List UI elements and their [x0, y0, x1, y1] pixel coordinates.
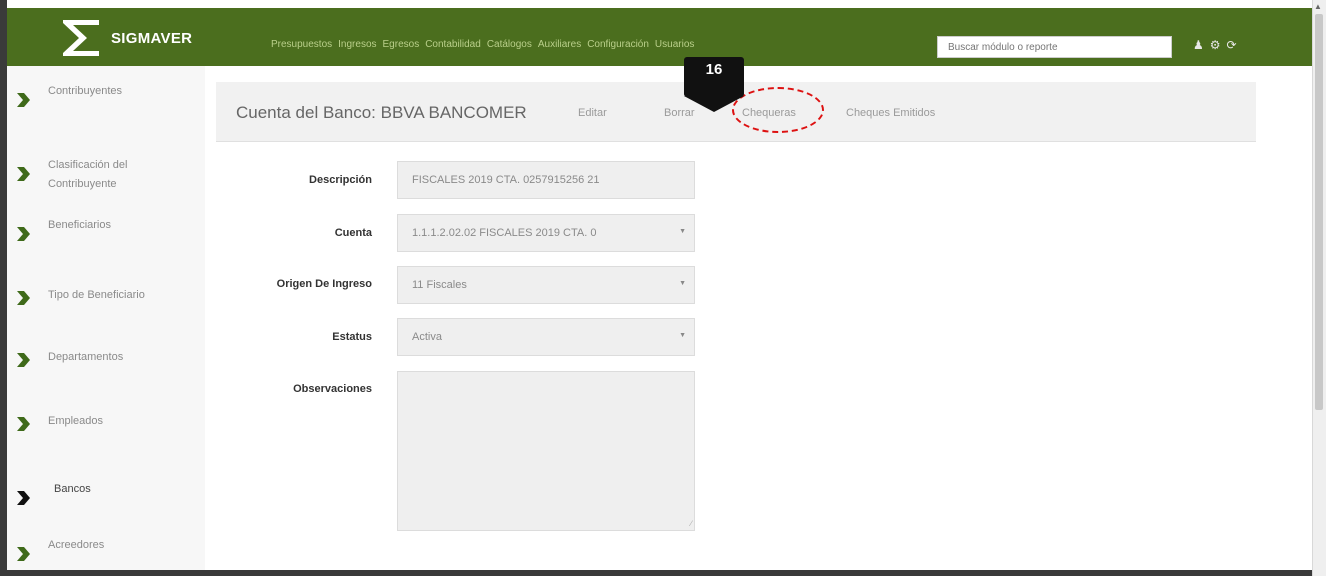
logout-icon[interactable]: ⟳	[1227, 38, 1237, 52]
observaciones-textarea[interactable]: ∕	[397, 371, 695, 531]
origen-select[interactable]: 11 Fiscales ▼	[397, 266, 695, 304]
chevron-right-icon	[17, 417, 30, 431]
sidebar-item-label: Acreedores	[48, 539, 105, 551]
chevron-right-icon	[17, 167, 30, 181]
nav-catalogos[interactable]: Catálogos	[487, 39, 532, 50]
cuenta-select[interactable]: 1.1.1.2.02.02 FISCALES 2019 CTA. 0 ▼	[397, 214, 695, 252]
dropdown-caret-icon: ▼	[679, 280, 686, 287]
sidebar: Contribuyentes Clasificación del Contrib…	[7, 66, 205, 570]
chevron-right-icon	[17, 291, 30, 305]
sidebar-item-label: Tipo de Beneficiario	[48, 289, 145, 301]
settings-icon[interactable]: ⚙	[1210, 38, 1221, 52]
nav-contabilidad[interactable]: Contabilidad	[425, 39, 481, 50]
dropdown-caret-icon: ▼	[679, 228, 686, 235]
page-title: Cuenta del Banco: BBVA BANCOMER	[236, 103, 527, 122]
dropdown-caret-icon: ▼	[679, 332, 686, 339]
chevron-right-icon	[17, 93, 30, 107]
nav-configuracion[interactable]: Configuración	[587, 39, 649, 50]
descripcion-label: Descripción	[309, 174, 372, 186]
top-navbar: SIGMAVER Presupuestos Ingresos Egresos C…	[7, 8, 1312, 66]
chevron-right-icon	[17, 547, 30, 561]
user-icon[interactable]: ♟	[1193, 38, 1204, 52]
chevron-right-icon	[17, 227, 30, 241]
sidebar-item-label: Bancos	[54, 483, 91, 495]
scroll-up-arrow-icon[interactable]: ▲	[1314, 2, 1322, 11]
step-callout-badge: 16	[684, 57, 744, 97]
sidebar-item-label: Departamentos	[48, 351, 124, 363]
estatus-value: Activa	[412, 331, 442, 343]
highlight-circle	[732, 87, 824, 133]
resize-grip-icon[interactable]: ∕	[691, 519, 692, 528]
cuenta-value: 1.1.1.2.02.02 FISCALES 2019 CTA. 0	[412, 227, 597, 239]
descripcion-field[interactable]: FISCALES 2019 CTA. 0257915256 21	[397, 161, 695, 199]
sidebar-item-label-line2: Contribuyente	[48, 178, 117, 190]
origen-label: Origen De Ingreso	[276, 278, 372, 290]
sidebar-item-label-line1: Clasificación del	[48, 159, 128, 171]
estatus-label: Estatus	[332, 331, 372, 343]
module-search-input[interactable]	[937, 36, 1172, 58]
issued-checks-link[interactable]: Cheques Emitidos	[846, 107, 935, 119]
sigmaver-logo-icon	[63, 20, 99, 56]
chevron-right-icon	[17, 491, 30, 505]
window-border-left	[0, 0, 7, 576]
edit-link[interactable]: Editar	[578, 107, 607, 119]
chevron-right-icon	[17, 353, 30, 367]
header-icons: ♟ ⚙ ⟳	[1193, 38, 1237, 52]
nav-usuarios[interactable]: Usuarios	[655, 39, 694, 50]
sidebar-item-label: Empleados	[48, 415, 104, 427]
nav-auxiliares[interactable]: Auxiliares	[538, 39, 581, 50]
estatus-select[interactable]: Activa ▼	[397, 318, 695, 356]
nav-ingresos[interactable]: Ingresos	[338, 39, 376, 50]
nav-presupuestos[interactable]: Presupuestos	[271, 39, 332, 50]
scrollbar-thumb[interactable]	[1315, 14, 1323, 410]
sidebar-item-label: Contribuyentes	[48, 85, 122, 97]
step-callout-pointer	[684, 96, 744, 112]
descripcion-value: FISCALES 2019 CTA. 0257915256 21	[412, 174, 600, 186]
app-window: SIGMAVER Presupuestos Ingresos Egresos C…	[0, 0, 1326, 576]
main-nav: Presupuestos Ingresos Egresos Contabilid…	[271, 39, 694, 50]
observaciones-label: Observaciones	[293, 383, 372, 395]
nav-egresos[interactable]: Egresos	[383, 39, 420, 50]
origen-value: 11 Fiscales	[412, 279, 467, 291]
brand-name[interactable]: SIGMAVER	[111, 30, 192, 47]
cuenta-label: Cuenta	[334, 227, 372, 239]
sidebar-item-label: Beneficiarios	[48, 219, 111, 231]
window-border-bottom	[0, 570, 1326, 576]
